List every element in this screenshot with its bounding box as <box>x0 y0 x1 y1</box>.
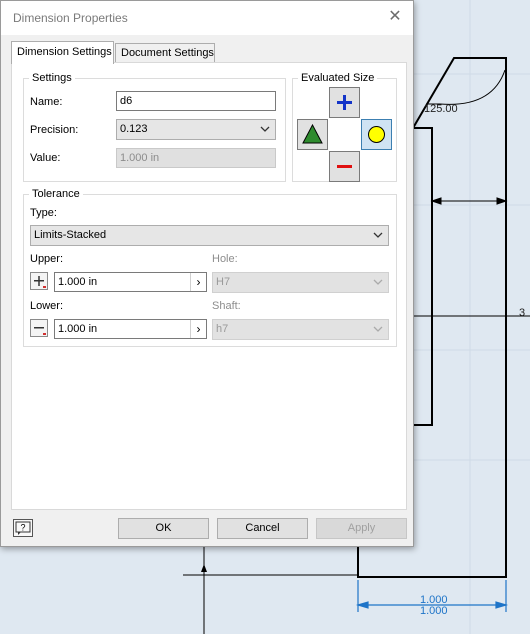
evaluated-median-button[interactable] <box>361 119 392 150</box>
precision-select[interactable]: 0.123 <box>116 119 276 140</box>
lower-label: Lower: <box>30 300 64 312</box>
upper-input[interactable]: 1.000 in › <box>54 272 207 292</box>
upper-plus-icon[interactable] <box>30 272 48 290</box>
precision-value: 0.123 <box>120 123 148 135</box>
lower-input[interactable]: 1.000 in › <box>54 319 207 339</box>
tolerance-legend: Tolerance <box>29 188 83 200</box>
evaluated-size-legend: Evaluated Size <box>298 72 378 84</box>
tolerance-type-value: Limits-Stacked <box>34 229 107 241</box>
settings-legend: Settings <box>29 72 75 84</box>
shaft-value: h7 <box>216 323 229 335</box>
lower-value: 1.000 in <box>58 323 98 335</box>
tolerance-type-select[interactable]: Limits-Stacked <box>30 225 389 246</box>
shaft-select: h7 <box>212 319 389 340</box>
chevron-right-icon[interactable]: › <box>190 273 206 291</box>
hole-value: H7 <box>216 276 231 288</box>
value-label: Value: <box>30 152 61 164</box>
type-label: Type: <box>30 207 57 219</box>
lower-minus-icon[interactable] <box>30 319 48 337</box>
window-title: Dimension Properties <box>13 11 128 25</box>
shaft-label: Shaft: <box>212 300 241 312</box>
hole-label: Hole: <box>212 253 238 265</box>
apply-button: Apply <box>316 518 407 539</box>
tab-document-settings[interactable]: Document Settings <box>115 43 215 63</box>
chevron-down-icon <box>373 232 383 238</box>
name-input[interactable]: d6 <box>116 91 276 111</box>
close-icon[interactable]: ✕ <box>385 7 405 27</box>
chevron-down-icon <box>373 326 383 332</box>
svg-text:?: ? <box>20 523 25 533</box>
minus-icon <box>337 165 352 168</box>
ok-button[interactable]: OK <box>118 518 209 539</box>
dimension-lower-value[interactable]: 1.000 <box>420 605 448 617</box>
name-label: Name: <box>30 96 63 108</box>
hole-select: H7 <box>212 272 389 293</box>
triangle-icon <box>302 123 323 144</box>
title-bar[interactable]: Dimension Properties ✕ <box>1 1 413 35</box>
tolerance-group: Tolerance Type: Limits-Stacked Upper: 1.… <box>23 188 397 347</box>
cancel-button[interactable]: Cancel <box>217 518 308 539</box>
evaluated-nominal-cell <box>329 119 360 150</box>
chevron-down-icon <box>260 126 270 132</box>
chevron-down-icon <box>373 279 383 285</box>
dimension-properties-dialog: Dimension Properties ✕ Dimension Setting… <box>0 0 414 547</box>
evaluated-lower-button[interactable] <box>329 151 360 182</box>
chevron-right-icon[interactable]: › <box>190 320 206 338</box>
upper-value: 1.000 in <box>58 276 98 288</box>
circle-icon <box>368 126 385 143</box>
evaluated-size-group: Evaluated Size <box>292 72 397 182</box>
tab-dimension-settings[interactable]: Dimension Settings <box>11 41 114 64</box>
evaluated-min-button[interactable] <box>297 119 328 150</box>
value-field: 1.000 in <box>116 148 276 168</box>
angle-dimension-label[interactable]: 125.00 <box>424 103 458 115</box>
dimension-label-right[interactable]: 3 <box>519 307 525 319</box>
precision-label: Precision: <box>30 124 79 136</box>
help-icon[interactable]: ? <box>13 519 33 537</box>
plus-icon <box>337 95 352 110</box>
evaluated-upper-button[interactable] <box>329 87 360 118</box>
tab-panel: Settings Name: d6 Precision: 0.123 Value… <box>11 62 407 510</box>
upper-label: Upper: <box>30 253 64 265</box>
settings-group: Settings Name: d6 Precision: 0.123 Value… <box>23 72 286 182</box>
